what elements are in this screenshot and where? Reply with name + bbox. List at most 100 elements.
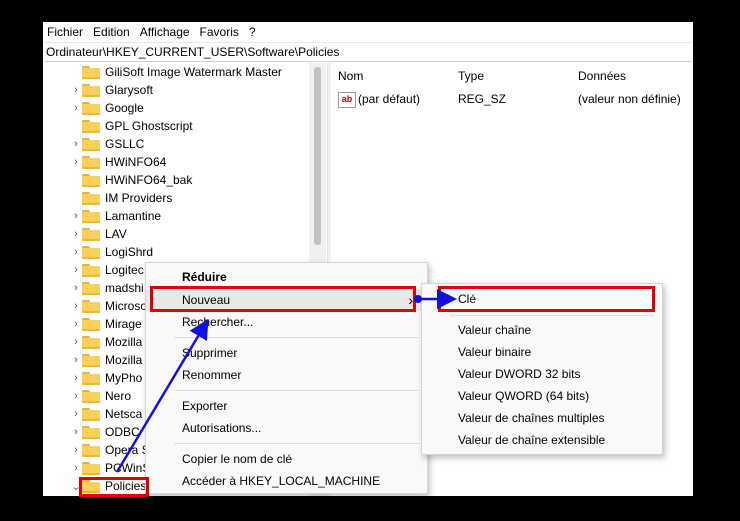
folder-icon xyxy=(82,84,100,97)
submenu-dword[interactable]: Valeur DWORD 32 bits xyxy=(422,363,662,385)
chevron-icon[interactable]: › xyxy=(71,84,81,96)
menu-reduire[interactable]: Réduire xyxy=(146,266,427,288)
menu-help[interactable]: ? xyxy=(245,22,262,42)
folder-icon xyxy=(82,138,100,151)
menu-fichier[interactable]: Fichier xyxy=(43,22,89,42)
chevron-icon[interactable]: › xyxy=(71,408,81,420)
chevron-icon[interactable]: › xyxy=(71,318,81,330)
folder-icon xyxy=(82,300,100,313)
submenu-valeur-binaire[interactable]: Valeur binaire xyxy=(422,341,662,363)
menu-favoris[interactable]: Favoris xyxy=(196,22,245,42)
address-bar[interactable]: Ordinateur\HKEY_CURRENT_USER\Software\Po… xyxy=(43,42,693,62)
tree-item-label: GiliSoft Image Watermark Master xyxy=(105,65,282,79)
highlight-box-nouveau xyxy=(150,286,416,312)
menu-copier-label: Copier le nom de clé xyxy=(182,452,293,466)
submenu-qword-label: Valeur QWORD (64 bits) xyxy=(458,389,590,403)
tree-item-label: Lamantine xyxy=(105,209,162,223)
tree-item[interactable]: › LogiShrd xyxy=(43,243,309,261)
tree-item[interactable]: GiliSoft Image Watermark Master xyxy=(43,63,309,81)
tree-item-label: HWiNFO64 xyxy=(105,155,167,169)
value-name: (par défaut) xyxy=(358,92,421,106)
chevron-icon[interactable]: › xyxy=(71,282,81,294)
folder-icon xyxy=(82,228,100,241)
tree-item-label: HWiNFO64_bak xyxy=(105,173,193,187)
tree-item-label: Logitec xyxy=(105,263,144,277)
folder-icon xyxy=(82,120,100,133)
chevron-icon[interactable]: › xyxy=(71,444,81,456)
tree-item[interactable]: › LAV xyxy=(43,225,309,243)
menu-supprimer[interactable]: Supprimer xyxy=(146,342,427,364)
menu-renommer[interactable]: Renommer xyxy=(146,364,427,386)
chevron-icon[interactable]: › xyxy=(71,102,81,114)
tree-item[interactable]: › GSLLC xyxy=(43,135,309,153)
chevron-icon[interactable]: › xyxy=(71,426,81,438)
tree-item[interactable]: IM Providers xyxy=(43,189,309,207)
tree-item-label: Glarysoft xyxy=(105,83,154,97)
menu-separator xyxy=(450,315,654,316)
submenu-qword[interactable]: Valeur QWORD (64 bits) xyxy=(422,385,662,407)
chevron-icon[interactable]: › xyxy=(71,156,81,168)
tree-item[interactable]: › Glarysoft xyxy=(43,81,309,99)
tree-item[interactable]: › HWiNFO64 xyxy=(43,153,309,171)
chevron-icon[interactable]: › xyxy=(71,300,81,312)
folder-icon xyxy=(82,264,100,277)
menu-affichage[interactable]: Affichage xyxy=(136,22,196,42)
value-type: REG_SZ xyxy=(458,92,507,106)
column-type-header[interactable]: Type xyxy=(458,69,484,83)
submenu-extensible[interactable]: Valeur de chaîne extensible xyxy=(422,429,662,451)
chevron-icon[interactable]: › xyxy=(71,138,81,150)
tree-item[interactable]: HWiNFO64_bak xyxy=(43,171,309,189)
menu-autorisations[interactable]: Autorisations... xyxy=(146,417,427,439)
folder-icon xyxy=(82,282,100,295)
menu-copier-nom-cle[interactable]: Copier le nom de clé xyxy=(146,448,427,470)
chevron-icon[interactable]: › xyxy=(71,336,81,348)
chevron-icon[interactable]: › xyxy=(71,228,81,240)
menu-separator xyxy=(174,337,419,338)
folder-icon xyxy=(82,426,100,439)
menu-exporter[interactable]: Exporter xyxy=(146,395,427,417)
submenu-multi[interactable]: Valeur de chaînes multiples xyxy=(422,407,662,429)
tree-item[interactable]: GPL Ghostscript xyxy=(43,117,309,135)
tree-item-label: Opera S xyxy=(105,443,150,457)
tree-item[interactable]: › Lamantine xyxy=(43,207,309,225)
chevron-icon[interactable]: › xyxy=(71,372,81,384)
highlight-box-policies xyxy=(79,477,149,497)
value-row[interactable]: ab (par défaut) REG_SZ (valeur non défin… xyxy=(332,89,693,109)
scrollbar-thumb[interactable] xyxy=(314,67,321,245)
menu-rechercher[interactable]: Rechercher... xyxy=(146,311,427,333)
tree-item-label: Nero xyxy=(105,389,132,403)
column-name-header[interactable]: Nom xyxy=(338,69,363,83)
tree-item-label: MyPho xyxy=(105,371,143,385)
folder-icon xyxy=(82,66,100,79)
tree-item-label: Google xyxy=(105,101,144,115)
chevron-icon[interactable]: › xyxy=(71,462,81,474)
tree-item[interactable]: › Google xyxy=(43,99,309,117)
folder-icon xyxy=(82,210,100,223)
chevron-icon[interactable]: › xyxy=(71,354,81,366)
menu-edition[interactable]: Edition xyxy=(89,22,136,42)
menu-supprimer-label: Supprimer xyxy=(182,346,238,360)
highlight-box-cle xyxy=(438,286,655,312)
column-data-header[interactable]: Données xyxy=(578,69,626,83)
menu-acceder-hklm[interactable]: Accéder à HKEY_LOCAL_MACHINE xyxy=(146,470,427,492)
menu-renommer-label: Renommer xyxy=(182,368,242,382)
list-header: Nom Type Données xyxy=(332,63,693,89)
chevron-icon[interactable]: › xyxy=(71,264,81,276)
folder-icon xyxy=(82,336,100,349)
menu-reduire-label: Réduire xyxy=(182,270,227,284)
chevron-icon[interactable]: › xyxy=(71,210,81,222)
submenu-valeur-chaine[interactable]: Valeur chaîne xyxy=(422,319,662,341)
tree-item-label: madshi xyxy=(105,281,144,295)
submenu-extensible-label: Valeur de chaîne extensible xyxy=(458,433,606,447)
folder-icon xyxy=(82,390,100,403)
folder-icon xyxy=(82,192,100,205)
submenu-valeur-binaire-label: Valeur binaire xyxy=(458,345,532,359)
string-value-icon: ab xyxy=(338,92,356,108)
tree-item-label: ODBC xyxy=(105,425,140,439)
folder-icon xyxy=(82,462,100,475)
tree-item-label: IM Providers xyxy=(105,191,173,205)
tree-item-label: Microso xyxy=(105,299,148,313)
chevron-icon[interactable]: › xyxy=(71,390,81,402)
submenu-multi-label: Valeur de chaînes multiples xyxy=(458,411,605,425)
chevron-icon[interactable]: › xyxy=(71,246,81,258)
